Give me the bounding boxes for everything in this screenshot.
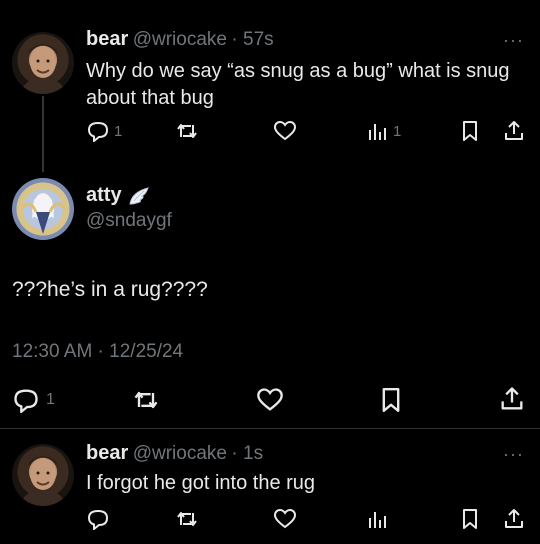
more-options-icon[interactable]: ··· <box>503 30 524 51</box>
tweet3-header: bear @wriocake · 1s <box>86 442 263 465</box>
tweet-time[interactable]: · 1s <box>231 443 263 464</box>
bookmark-icon <box>463 121 477 141</box>
bar-chart-icon <box>369 512 386 528</box>
avatar-bear[interactable] <box>12 444 74 506</box>
tweet3-text: I forgot he got into the rug <box>86 472 316 494</box>
speech-bubble-icon <box>87 509 109 530</box>
retweet-button[interactable] <box>175 508 199 530</box>
speech-bubble-icon <box>14 389 38 413</box>
retweet-icon <box>177 512 197 526</box>
author-handle[interactable]: @wriocake <box>133 29 227 50</box>
like-button[interactable] <box>256 387 284 413</box>
reply-count: 1 <box>114 122 123 140</box>
bookmark-button[interactable] <box>379 386 403 414</box>
like-button[interactable] <box>273 508 297 530</box>
share-button[interactable] <box>498 385 526 413</box>
author-handle[interactable]: @sndaygf <box>86 210 172 232</box>
views-button[interactable] <box>367 508 389 530</box>
bar-chart-icon <box>369 124 386 140</box>
bookmark-icon <box>463 509 477 529</box>
tweet1-text: Why do we say “as snug as a bug” what is… <box>86 60 510 109</box>
tweet-time[interactable]: · 57s <box>231 29 273 50</box>
retweet-icon <box>134 391 158 409</box>
avatar-bear[interactable] <box>12 32 74 94</box>
retweet-button[interactable] <box>132 387 160 413</box>
heart-icon <box>257 388 283 411</box>
share-icon <box>501 387 523 410</box>
reply-button[interactable]: 1 <box>86 120 122 142</box>
share-icon <box>505 121 523 140</box>
reply-button[interactable]: 1 <box>12 387 55 413</box>
views-button[interactable]: 1 <box>367 120 401 142</box>
views-count: 1 <box>393 122 402 140</box>
bookmark-button[interactable] <box>460 508 480 530</box>
speech-bubble-icon <box>87 121 109 142</box>
share-icon <box>505 509 523 528</box>
author-name[interactable]: bear <box>86 442 128 464</box>
heart-icon <box>273 508 297 529</box>
divider <box>0 428 540 429</box>
author-name[interactable]: atty <box>86 184 122 207</box>
like-button[interactable] <box>273 120 297 142</box>
retweet-icon <box>177 124 197 138</box>
avatar-atty[interactable] <box>12 178 74 240</box>
share-button[interactable] <box>502 507 526 531</box>
retweet-button[interactable] <box>175 120 199 142</box>
main-header-name-row: atty <box>86 184 150 207</box>
bookmark-button[interactable] <box>460 120 480 142</box>
angel-wing-icon <box>128 186 149 205</box>
more-options-icon[interactable]: ··· <box>503 444 524 465</box>
tweet-timestamp[interactable]: 12:30 AM · 12/25/24 <box>12 341 183 363</box>
share-button[interactable] <box>502 119 526 143</box>
author-name[interactable]: bear <box>86 28 128 50</box>
main-tweet-text: ???he’s in a rug???? <box>12 278 208 301</box>
bookmark-icon <box>382 388 400 412</box>
heart-icon <box>273 120 297 141</box>
author-handle[interactable]: @wriocake <box>133 443 227 464</box>
thread-line <box>42 96 44 172</box>
reply-count: 1 <box>46 391 55 408</box>
tweet1-header: bear @wriocake · 57s <box>86 28 274 51</box>
reply-button[interactable] <box>86 508 110 530</box>
